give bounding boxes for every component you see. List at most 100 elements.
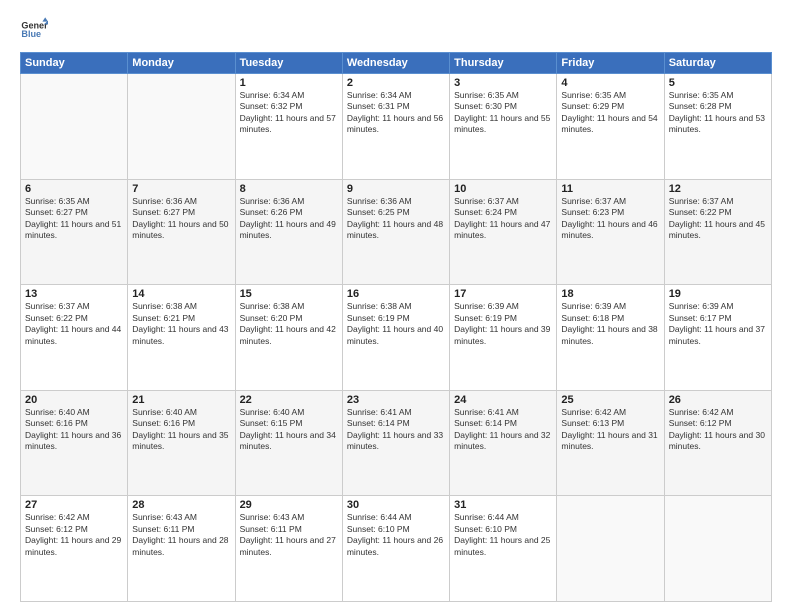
calendar-cell: 7Sunrise: 6:36 AM Sunset: 6:27 PM Daylig… [128,179,235,285]
day-info: Sunrise: 6:37 AM Sunset: 6:24 PM Dayligh… [454,196,552,242]
weekday-header-thursday: Thursday [450,53,557,74]
week-row-3: 13Sunrise: 6:37 AM Sunset: 6:22 PM Dayli… [21,285,772,391]
calendar-cell: 5Sunrise: 6:35 AM Sunset: 6:28 PM Daylig… [664,74,771,180]
calendar-cell: 23Sunrise: 6:41 AM Sunset: 6:14 PM Dayli… [342,390,449,496]
day-number: 14 [132,288,230,300]
calendar-cell: 16Sunrise: 6:38 AM Sunset: 6:19 PM Dayli… [342,285,449,391]
calendar-cell: 6Sunrise: 6:35 AM Sunset: 6:27 PM Daylig… [21,179,128,285]
day-number: 11 [561,183,659,195]
day-number: 4 [561,77,659,89]
day-number: 6 [25,183,123,195]
calendar-cell: 31Sunrise: 6:44 AM Sunset: 6:10 PM Dayli… [450,496,557,602]
weekday-header-tuesday: Tuesday [235,53,342,74]
calendar-cell: 27Sunrise: 6:42 AM Sunset: 6:12 PM Dayli… [21,496,128,602]
calendar-cell: 10Sunrise: 6:37 AM Sunset: 6:24 PM Dayli… [450,179,557,285]
page: General Blue SundayMondayTuesdayWednesda… [0,0,792,612]
calendar-cell: 4Sunrise: 6:35 AM Sunset: 6:29 PM Daylig… [557,74,664,180]
day-number: 13 [25,288,123,300]
day-info: Sunrise: 6:37 AM Sunset: 6:22 PM Dayligh… [25,301,123,347]
day-info: Sunrise: 6:38 AM Sunset: 6:20 PM Dayligh… [240,301,338,347]
day-number: 15 [240,288,338,300]
day-number: 5 [669,77,767,89]
calendar-cell: 15Sunrise: 6:38 AM Sunset: 6:20 PM Dayli… [235,285,342,391]
day-info: Sunrise: 6:43 AM Sunset: 6:11 PM Dayligh… [132,512,230,558]
weekday-header-row: SundayMondayTuesdayWednesdayThursdayFrid… [21,53,772,74]
calendar-cell: 22Sunrise: 6:40 AM Sunset: 6:15 PM Dayli… [235,390,342,496]
day-info: Sunrise: 6:36 AM Sunset: 6:26 PM Dayligh… [240,196,338,242]
day-info: Sunrise: 6:37 AM Sunset: 6:23 PM Dayligh… [561,196,659,242]
week-row-4: 20Sunrise: 6:40 AM Sunset: 6:16 PM Dayli… [21,390,772,496]
calendar-cell: 2Sunrise: 6:34 AM Sunset: 6:31 PM Daylig… [342,74,449,180]
day-number: 31 [454,499,552,511]
day-info: Sunrise: 6:35 AM Sunset: 6:28 PM Dayligh… [669,90,767,136]
calendar-cell [21,74,128,180]
day-number: 8 [240,183,338,195]
day-number: 16 [347,288,445,300]
day-number: 27 [25,499,123,511]
day-number: 23 [347,394,445,406]
day-info: Sunrise: 6:39 AM Sunset: 6:18 PM Dayligh… [561,301,659,347]
weekday-header-wednesday: Wednesday [342,53,449,74]
header: General Blue [20,16,772,44]
day-info: Sunrise: 6:34 AM Sunset: 6:32 PM Dayligh… [240,90,338,136]
day-info: Sunrise: 6:44 AM Sunset: 6:10 PM Dayligh… [454,512,552,558]
day-number: 30 [347,499,445,511]
day-number: 12 [669,183,767,195]
calendar-cell: 21Sunrise: 6:40 AM Sunset: 6:16 PM Dayli… [128,390,235,496]
day-number: 25 [561,394,659,406]
weekday-header-friday: Friday [557,53,664,74]
day-info: Sunrise: 6:38 AM Sunset: 6:21 PM Dayligh… [132,301,230,347]
calendar-cell: 29Sunrise: 6:43 AM Sunset: 6:11 PM Dayli… [235,496,342,602]
day-info: Sunrise: 6:37 AM Sunset: 6:22 PM Dayligh… [669,196,767,242]
day-info: Sunrise: 6:35 AM Sunset: 6:27 PM Dayligh… [25,196,123,242]
calendar-cell: 13Sunrise: 6:37 AM Sunset: 6:22 PM Dayli… [21,285,128,391]
day-info: Sunrise: 6:40 AM Sunset: 6:16 PM Dayligh… [25,407,123,453]
day-number: 21 [132,394,230,406]
calendar-cell [128,74,235,180]
day-number: 28 [132,499,230,511]
calendar-cell: 17Sunrise: 6:39 AM Sunset: 6:19 PM Dayli… [450,285,557,391]
calendar-cell: 11Sunrise: 6:37 AM Sunset: 6:23 PM Dayli… [557,179,664,285]
calendar-cell: 12Sunrise: 6:37 AM Sunset: 6:22 PM Dayli… [664,179,771,285]
day-info: Sunrise: 6:42 AM Sunset: 6:12 PM Dayligh… [25,512,123,558]
calendar-cell: 20Sunrise: 6:40 AM Sunset: 6:16 PM Dayli… [21,390,128,496]
calendar-cell: 26Sunrise: 6:42 AM Sunset: 6:12 PM Dayli… [664,390,771,496]
day-info: Sunrise: 6:40 AM Sunset: 6:15 PM Dayligh… [240,407,338,453]
day-number: 10 [454,183,552,195]
weekday-header-monday: Monday [128,53,235,74]
day-number: 20 [25,394,123,406]
day-number: 2 [347,77,445,89]
day-number: 18 [561,288,659,300]
calendar-cell: 25Sunrise: 6:42 AM Sunset: 6:13 PM Dayli… [557,390,664,496]
day-number: 7 [132,183,230,195]
day-info: Sunrise: 6:35 AM Sunset: 6:29 PM Dayligh… [561,90,659,136]
day-info: Sunrise: 6:41 AM Sunset: 6:14 PM Dayligh… [454,407,552,453]
svg-text:Blue: Blue [21,29,41,39]
day-info: Sunrise: 6:38 AM Sunset: 6:19 PM Dayligh… [347,301,445,347]
calendar-cell: 3Sunrise: 6:35 AM Sunset: 6:30 PM Daylig… [450,74,557,180]
day-info: Sunrise: 6:40 AM Sunset: 6:16 PM Dayligh… [132,407,230,453]
day-info: Sunrise: 6:36 AM Sunset: 6:25 PM Dayligh… [347,196,445,242]
day-info: Sunrise: 6:39 AM Sunset: 6:19 PM Dayligh… [454,301,552,347]
day-info: Sunrise: 6:42 AM Sunset: 6:13 PM Dayligh… [561,407,659,453]
day-number: 24 [454,394,552,406]
calendar-cell: 30Sunrise: 6:44 AM Sunset: 6:10 PM Dayli… [342,496,449,602]
day-info: Sunrise: 6:42 AM Sunset: 6:12 PM Dayligh… [669,407,767,453]
day-info: Sunrise: 6:41 AM Sunset: 6:14 PM Dayligh… [347,407,445,453]
day-number: 22 [240,394,338,406]
calendar-cell [664,496,771,602]
calendar-cell: 28Sunrise: 6:43 AM Sunset: 6:11 PM Dayli… [128,496,235,602]
calendar-cell: 8Sunrise: 6:36 AM Sunset: 6:26 PM Daylig… [235,179,342,285]
weekday-header-sunday: Sunday [21,53,128,74]
calendar-table: SundayMondayTuesdayWednesdayThursdayFrid… [20,52,772,602]
week-row-2: 6Sunrise: 6:35 AM Sunset: 6:27 PM Daylig… [21,179,772,285]
calendar-cell: 1Sunrise: 6:34 AM Sunset: 6:32 PM Daylig… [235,74,342,180]
calendar-cell: 19Sunrise: 6:39 AM Sunset: 6:17 PM Dayli… [664,285,771,391]
day-info: Sunrise: 6:36 AM Sunset: 6:27 PM Dayligh… [132,196,230,242]
calendar-cell: 9Sunrise: 6:36 AM Sunset: 6:25 PM Daylig… [342,179,449,285]
day-info: Sunrise: 6:34 AM Sunset: 6:31 PM Dayligh… [347,90,445,136]
day-number: 1 [240,77,338,89]
day-number: 19 [669,288,767,300]
day-number: 17 [454,288,552,300]
day-info: Sunrise: 6:39 AM Sunset: 6:17 PM Dayligh… [669,301,767,347]
